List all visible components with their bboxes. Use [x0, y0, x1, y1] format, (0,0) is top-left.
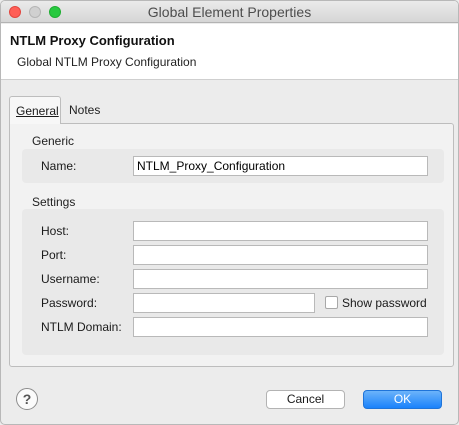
username-label: Username: [41, 272, 100, 286]
tab-notes[interactable]: Notes [63, 96, 106, 124]
name-label: Name: [41, 159, 77, 173]
port-label: Port: [41, 248, 67, 262]
ntlm-domain-input[interactable] [133, 317, 428, 337]
ok-button[interactable]: OK [363, 390, 442, 409]
username-input[interactable] [133, 269, 428, 289]
header-subtitle: Global NTLM Proxy Configuration [17, 55, 197, 69]
host-label: Host: [41, 224, 70, 238]
tab-notes-label: Notes [69, 103, 101, 117]
help-icon[interactable]: ? [16, 388, 38, 410]
tab-general-label: General [16, 104, 59, 118]
port-input[interactable] [133, 245, 428, 265]
title-bar: Global Element Properties [1, 1, 458, 23]
window-title: Global Element Properties [147, 4, 312, 20]
tab-general[interactable]: General [9, 96, 61, 124]
generic-group: Name: NTLM_Proxy_Configuration [22, 149, 444, 183]
settings-section-label: Settings [32, 195, 76, 209]
settings-group: Host: Port: Username: Password: Show pas… [22, 209, 444, 355]
cancel-button[interactable]: Cancel [266, 390, 345, 409]
name-input[interactable]: NTLM_Proxy_Configuration [133, 156, 428, 176]
header-title: NTLM Proxy Configuration [10, 33, 175, 48]
dialog-header: NTLM Proxy Configuration Global NTLM Pro… [1, 24, 458, 80]
general-panel: Generic Name: NTLM_Proxy_Configuration S… [9, 123, 454, 367]
ntlm-domain-label: NTLM Domain: [41, 320, 122, 334]
show-password-label[interactable]: Show password [342, 296, 427, 310]
host-input[interactable] [133, 221, 428, 241]
show-password-checkbox[interactable] [325, 296, 338, 309]
password-label: Password: [41, 296, 98, 310]
password-input[interactable] [133, 293, 315, 313]
tab-area: General Notes Generic Name: NTLM_Proxy_C… [5, 96, 454, 371]
dialog-window: Global Element Properties NTLM Proxy Con… [0, 0, 459, 425]
generic-section-label: Generic [32, 134, 75, 148]
